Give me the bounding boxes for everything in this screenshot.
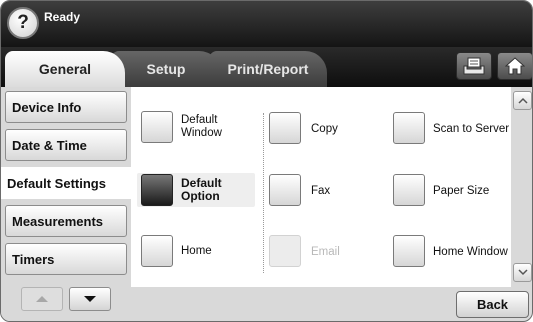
- copy-button[interactable]: [269, 112, 301, 144]
- scroll-down-button[interactable]: [513, 263, 532, 282]
- status-bar: ? Ready: [1, 1, 532, 47]
- copy-label: Copy: [311, 123, 338, 135]
- scrollbar[interactable]: [511, 87, 532, 287]
- home-icon: [505, 57, 525, 75]
- sidebar: Device Info Date & Time Default Settings…: [1, 87, 135, 321]
- scan-to-server-button[interactable]: [393, 112, 425, 144]
- tab-bar: General Setup Print/Report: [1, 47, 532, 87]
- home-window-button[interactable]: [393, 235, 425, 267]
- sidebar-item-device-info[interactable]: Device Info: [5, 91, 127, 123]
- tab-general[interactable]: General: [5, 51, 125, 87]
- sidebar-item-default-settings[interactable]: Default Settings: [1, 167, 135, 199]
- default-settings-panel: Default Window Default Option Home Copy …: [131, 87, 511, 287]
- triangle-down-icon: [84, 296, 96, 302]
- tab-print-report[interactable]: Print/Report: [209, 51, 327, 87]
- fax-button[interactable]: [269, 174, 301, 206]
- scroll-up-button[interactable]: [513, 91, 532, 110]
- sidebar-scroll-up-button[interactable]: [21, 287, 63, 311]
- tab-setup[interactable]: Setup: [111, 51, 221, 87]
- fax-label: Fax: [311, 185, 331, 197]
- sidebar-item-measurements[interactable]: Measurements: [5, 205, 127, 237]
- default-window-button[interactable]: [141, 111, 173, 143]
- paper-tray-icon: [463, 57, 485, 75]
- email-button: [269, 235, 301, 267]
- paper-size-button[interactable]: [393, 174, 425, 206]
- scan-to-server-label: Scan to Server: [433, 123, 510, 135]
- help-button[interactable]: ?: [7, 7, 39, 39]
- paper-tray-button[interactable]: [456, 52, 492, 80]
- chevron-up-icon: [517, 97, 528, 104]
- back-button[interactable]: Back: [456, 291, 529, 318]
- question-mark-icon: ?: [17, 12, 29, 33]
- home-option-button[interactable]: [141, 235, 173, 267]
- default-option-button[interactable]: [141, 174, 173, 206]
- column-divider: [263, 113, 264, 273]
- sidebar-item-timers[interactable]: Timers: [5, 243, 127, 275]
- status-text: Ready: [44, 10, 81, 24]
- chevron-down-icon: [517, 269, 528, 276]
- sidebar-item-date-time[interactable]: Date & Time: [5, 129, 127, 161]
- email-label: Email: [311, 246, 340, 258]
- home-button[interactable]: [497, 52, 532, 80]
- triangle-up-icon: [36, 296, 48, 302]
- printer-control-panel: ? Ready General Setup Print/Report Devic…: [0, 0, 533, 322]
- sidebar-scroll-down-button[interactable]: [69, 287, 111, 311]
- home-window-label: Home Window: [433, 246, 508, 258]
- default-option-label: Default Option: [181, 176, 222, 203]
- paper-size-label: Paper Size: [433, 185, 490, 197]
- home-option-label: Home: [181, 245, 212, 257]
- default-window-label: Default Window: [181, 114, 222, 139]
